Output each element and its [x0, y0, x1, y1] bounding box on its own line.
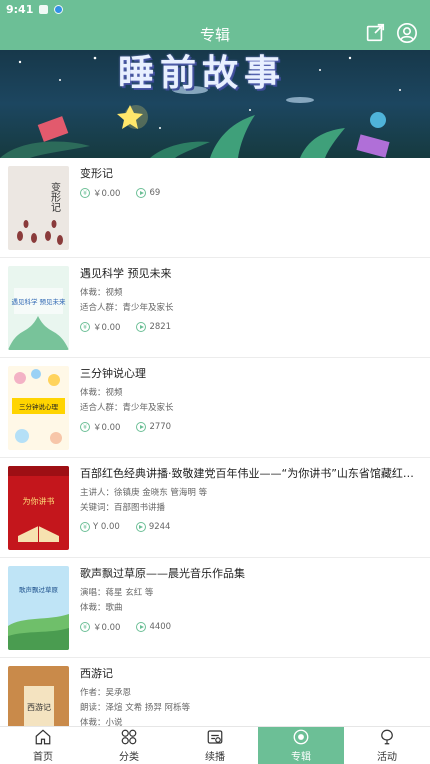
album-speaker: 主讲人：徐镇庚 金晓东 管海明 等 — [80, 488, 208, 498]
album-type: 体裁：视频 — [80, 288, 123, 298]
album-price: ￥0.00 — [93, 189, 121, 199]
play-count-icon — [135, 522, 146, 532]
play-count-icon — [136, 188, 147, 198]
album-price: ￥0.00 — [93, 323, 121, 333]
price-icon: ¥ — [80, 188, 90, 198]
play-count-icon — [136, 322, 147, 332]
list-item[interactable]: 为你讲书 百部红色经典讲播·致敬建党百年伟业——“为你讲书”山东省馆藏红色经典…… — [0, 458, 430, 558]
album-title: 歌声飘过草原——晨光音乐作品集 — [80, 567, 245, 580]
list-item[interactable]: 歌声飘过草原 歌声飘过草原——晨光音乐作品集 演唱：蒋星 玄红 等 体裁：歌曲 … — [0, 558, 430, 658]
album-cover: 变形记 — [8, 166, 69, 250]
status-bar: 9:41 — [0, 0, 430, 18]
tab-category[interactable]: 分类 — [86, 727, 172, 764]
album-plays: 4400 — [149, 622, 172, 632]
album-cover: 歌声飘过草原 — [8, 566, 69, 650]
home-icon — [35, 729, 51, 745]
album-stats: ¥ ￥0.00 2821 — [80, 320, 424, 334]
tab-activity[interactable]: 活动 — [344, 727, 430, 764]
album-stats: ¥ ￥0.00 2770 — [80, 420, 424, 434]
price-icon: ¥ — [80, 322, 90, 332]
album-price: ￥0.00 — [93, 423, 121, 433]
album-title: 遇见科学 预见未来 — [80, 267, 172, 280]
album-author: 作者：吴承恩 — [80, 688, 132, 698]
tab-label: 专辑 — [291, 752, 311, 763]
album-title: 三分钟说心理 — [80, 367, 146, 380]
price-icon: ¥ — [80, 522, 90, 532]
album-audience: 适合人群：青少年及家长 — [80, 403, 174, 413]
album-type: 体裁：视频 — [80, 388, 123, 398]
album-keywords: 关键词：百部图书讲播 — [80, 503, 166, 513]
album-plays: 2770 — [149, 422, 172, 432]
banner-title: 睡前故事 — [118, 53, 287, 94]
list-item[interactable]: 三分钟说心理 三分钟说心理 体裁：视频 适合人群：青少年及家长 ¥ ￥0.00 2… — [0, 358, 430, 458]
cover-title: 歌声飘过草原 — [19, 585, 59, 594]
tab-continue[interactable]: 续播 — [172, 727, 258, 764]
album-cover: 遇见科学 预见未来 — [8, 266, 69, 350]
activity-icon — [381, 729, 393, 745]
album-type: 体裁：小说 — [80, 718, 123, 726]
album-reader: 朗读：泽煊 文希 扬羿 阿栎等 — [80, 703, 191, 713]
album-price: ￥0.00 — [93, 623, 121, 633]
tab-home[interactable]: 首页 — [0, 727, 86, 764]
album-type: 体裁：歌曲 — [80, 603, 123, 613]
album-price: Y 0.00 — [93, 522, 120, 532]
tab-label: 首页 — [33, 752, 53, 763]
category-icon — [121, 729, 137, 745]
continue-icon — [207, 730, 223, 744]
page-title: 专辑 — [199, 25, 230, 44]
album-plays: 69 — [149, 188, 161, 198]
notification-icon — [39, 4, 49, 14]
cover-title: 变形记 — [49, 181, 61, 212]
price-icon: ¥ — [80, 622, 90, 632]
tab-label: 活动 — [377, 752, 397, 763]
play-count-icon — [136, 622, 147, 632]
cover-title: 遇见科学 预见未来 — [11, 297, 66, 306]
album-plays: 2821 — [149, 322, 172, 332]
app-header: 专辑 — [0, 18, 430, 50]
play-count-icon — [136, 422, 147, 432]
tab-album[interactable]: 专辑 — [258, 727, 344, 764]
list-item[interactable]: 遇见科学 预见未来 遇见科学 预见未来 体裁：视频 适合人群：青少年及家长 ¥ ￥… — [0, 258, 430, 358]
banner[interactable]: 睡前故事 — [0, 50, 430, 158]
cover-title: 为你讲书 — [23, 496, 55, 506]
album-plays: 9244 — [148, 522, 171, 532]
album-title: 变形记 — [80, 167, 113, 180]
bottom-tab-bar: 首页 分类 续播 专辑 活动 — [0, 726, 430, 764]
album-cover: 三分钟说心理 — [8, 366, 69, 450]
album-stats: ¥ ￥0.00 4400 — [80, 620, 424, 634]
album-icon — [293, 729, 309, 745]
share-icon[interactable] — [364, 22, 386, 44]
status-time: 9:41 — [6, 2, 34, 16]
album-singer: 演唱：蒋星 玄红 等 — [80, 588, 154, 598]
list-item[interactable]: 变形记 变形记 ¥ ￥0.00 69 — [0, 158, 430, 258]
tab-label: 续播 — [205, 752, 225, 763]
album-stats: ¥ Y 0.00 9244 — [80, 520, 424, 534]
album-title: 西游记 — [80, 667, 113, 680]
bluetooth-icon — [54, 4, 64, 14]
list-item[interactable]: 西游记 西游记 作者：吴承恩 朗读：泽煊 文希 扬羿 阿栎等 体裁：小说 — [0, 658, 430, 726]
price-icon: ¥ — [80, 422, 90, 432]
album-cover: 西游记 — [8, 666, 69, 726]
album-audience: 适合人群：青少年及家长 — [80, 303, 174, 313]
album-title: 百部红色经典讲播·致敬建党百年伟业——“为你讲书”山东省馆藏红色经典… — [80, 467, 424, 480]
tab-label: 分类 — [119, 752, 139, 763]
cover-title: 三分钟说心理 — [19, 402, 59, 411]
cover-title: 西游记 — [27, 702, 51, 712]
album-cover: 为你讲书 — [8, 466, 69, 550]
user-icon[interactable] — [396, 22, 418, 44]
album-list[interactable]: 变形记 变形记 ¥ ￥0.00 69 遇见科学 预见未来 遇见科学 预见未来 体… — [0, 158, 430, 726]
album-stats: ¥ ￥0.00 69 — [80, 186, 424, 200]
